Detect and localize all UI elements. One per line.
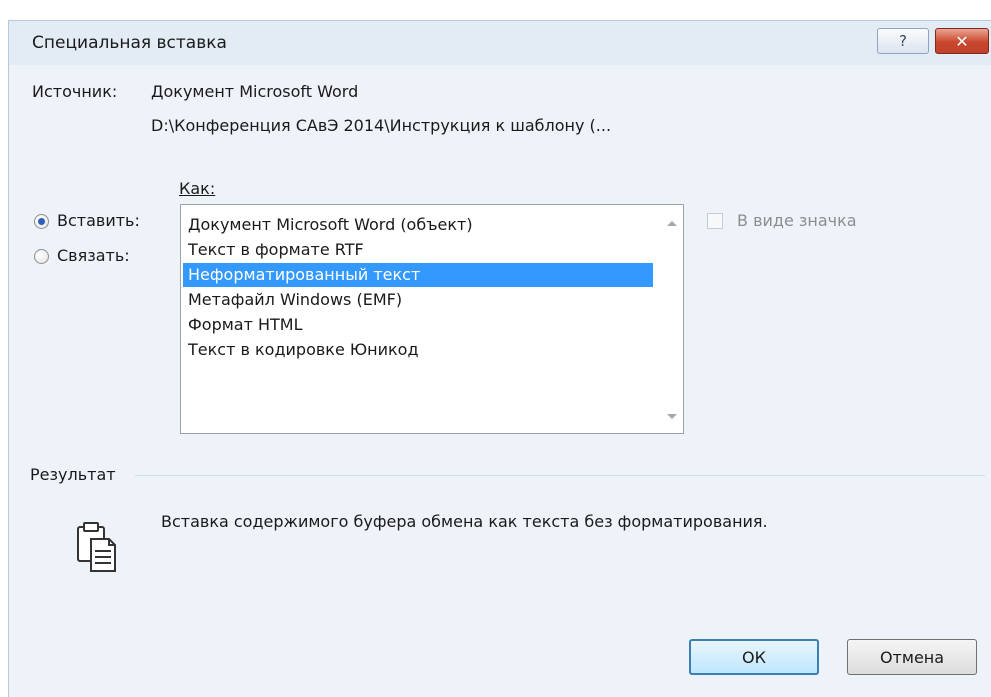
list-item[interactable]: Текст в кодировке Юникод bbox=[183, 338, 653, 362]
display-as-icon-label: В виде значка bbox=[737, 211, 857, 230]
scroll-up-icon[interactable] bbox=[667, 221, 677, 226]
source-label: Источник: bbox=[32, 82, 118, 101]
list-item[interactable]: Текст в формате RTF bbox=[183, 238, 653, 262]
display-as-icon-checkbox[interactable] bbox=[707, 213, 723, 229]
result-group-label: Результат bbox=[30, 465, 116, 484]
link-radio[interactable] bbox=[34, 249, 49, 264]
ok-button[interactable]: ОК bbox=[689, 639, 819, 675]
paste-radio[interactable] bbox=[34, 214, 49, 229]
source-name: Документ Microsoft Word bbox=[151, 82, 359, 101]
as-label: Как: bbox=[179, 179, 215, 198]
close-button[interactable]: ✕ bbox=[935, 28, 989, 54]
list-item[interactable]: Документ Microsoft Word (объект) bbox=[183, 213, 653, 237]
help-button[interactable]: ? bbox=[877, 28, 929, 54]
clipboard-icon bbox=[77, 522, 116, 572]
source-path: D:\Конференция САвЭ 2014\Инструкция к ша… bbox=[151, 116, 612, 135]
cancel-button[interactable]: Отмена bbox=[847, 639, 977, 675]
list-item[interactable]: Метафайл Windows (EMF) bbox=[183, 288, 653, 312]
result-description: Вставка содержимого буфера обмена как те… bbox=[161, 512, 768, 531]
as-label-text: Как: bbox=[179, 179, 216, 198]
dialog-title: Специальная вставка bbox=[32, 33, 227, 53]
link-radio-label[interactable]: Связать: bbox=[57, 246, 130, 265]
paste-radio-label[interactable]: Вставить: bbox=[57, 211, 140, 230]
title-bar[interactable]: Специальная вставка ? ✕ bbox=[9, 21, 991, 65]
list-scrollbar[interactable] bbox=[661, 205, 683, 433]
list-item[interactable]: Формат HTML bbox=[183, 313, 653, 337]
format-listbox[interactable]: Документ Microsoft Word (объект) Текст в… bbox=[180, 204, 684, 434]
scroll-down-icon[interactable] bbox=[667, 414, 677, 419]
radio-selected-dot bbox=[38, 218, 45, 225]
paste-special-dialog: Специальная вставка ? ✕ Источник: Докуме… bbox=[8, 20, 991, 697]
list-item-selected[interactable]: Неформатированный текст bbox=[183, 263, 653, 287]
result-divider bbox=[135, 475, 985, 476]
